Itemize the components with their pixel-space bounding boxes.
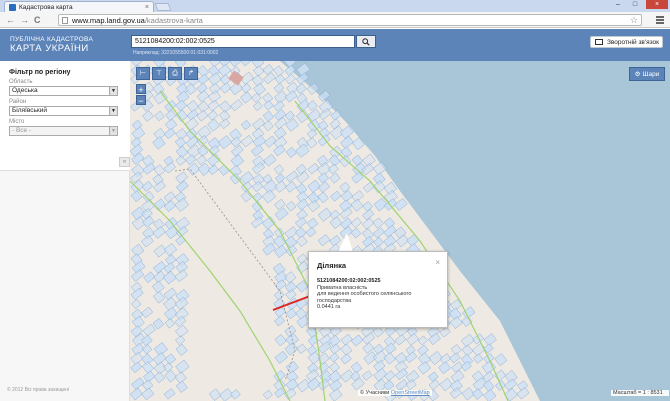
new-tab-button[interactable] xyxy=(154,3,172,11)
chevron-down-icon: ▼ xyxy=(109,107,117,115)
measure-distance-button[interactable]: ⊢ xyxy=(136,67,150,80)
region-select[interactable]: Одеська ▼ xyxy=(9,86,118,96)
collapse-sidebar-button[interactable]: « xyxy=(119,157,130,167)
city-label: Місто xyxy=(9,119,25,125)
zoom-out-button[interactable]: − xyxy=(136,95,146,106)
search-icon xyxy=(362,37,370,46)
print-button[interactable]: ⎙ xyxy=(168,67,182,80)
copyright-text: © 2012 Всі права захищені xyxy=(7,387,70,393)
popup-close-button[interactable]: × xyxy=(435,258,440,267)
parcel-area: 0.0441 га xyxy=(317,304,341,310)
region-select-value: Одеська xyxy=(12,87,38,94)
app-title-line1: ПУБЛІЧНА КАДАСТРОВА xyxy=(10,36,94,43)
map-scale: Масштаб = 1 : 8531 xyxy=(611,390,669,396)
map-toolbar: ⊢ ⊤ ⎙ ↱ xyxy=(136,67,198,80)
gear-icon: ⚙ xyxy=(634,71,641,78)
minimize-button[interactable]: – xyxy=(610,0,626,9)
reload-button[interactable]: C xyxy=(34,15,41,25)
district-select[interactable]: Біляївський ▼ xyxy=(9,106,118,116)
cadastral-search-input[interactable]: 5121084200:02:002:0525 xyxy=(131,35,355,48)
map-canvas[interactable] xyxy=(130,61,670,401)
city-select-value: - Все - xyxy=(12,127,32,134)
chevron-down-icon: ▼ xyxy=(109,127,117,135)
ruler-icon: ⊢ xyxy=(139,70,147,77)
popup-title: Ділянка xyxy=(317,261,347,270)
url-host: www.map.land.gov.ua xyxy=(72,15,145,25)
address-bar[interactable]: www.map.land.gov.ua /kadastrova-karta ☆ xyxy=(58,14,642,26)
forward-button[interactable]: → xyxy=(20,15,29,25)
sidebar: Фільтр по регіону Область Одеська ▼ Райо… xyxy=(0,61,130,401)
measure-area-button[interactable]: ⊤ xyxy=(152,67,166,80)
layers-label: Шари xyxy=(642,70,660,78)
maximize-button[interactable]: □ xyxy=(627,0,643,9)
search-hint: Наприклад: 3221055500:01:031:0002 xyxy=(133,50,219,56)
district-select-value: Біляївський xyxy=(12,107,47,114)
map-viewport[interactable]: ⊢ ⊤ ⎙ ↱ + − ⚙ Шари × Ділянка 5121084200:… xyxy=(130,61,670,401)
back-button[interactable]: ← xyxy=(6,15,15,25)
feedback-button[interactable]: Зворотній зв'язок xyxy=(590,36,663,48)
tab-close-icon[interactable]: × xyxy=(145,4,149,11)
browser-tabstrip: Кадастрова карта × – □ × xyxy=(0,0,670,12)
zoom-in-button[interactable]: + xyxy=(136,84,146,95)
layers-button[interactable]: ⚙ Шари xyxy=(629,67,665,81)
browser-menu-icon[interactable] xyxy=(656,16,664,25)
page-icon xyxy=(62,16,68,24)
app-header: ПУБЛІЧНА КАДАСТРОВА КАРТА УКРАЇНИ 512108… xyxy=(0,29,670,61)
osm-link[interactable]: OpenStreetMap xyxy=(391,390,430,396)
map-attribution: © Учасники OpenStreetMap xyxy=(358,390,432,396)
envelope-icon xyxy=(595,39,603,45)
filter-title: Фільтр по регіону xyxy=(9,69,71,76)
url-path: /kadastrova-karta xyxy=(144,15,203,25)
region-label: Область xyxy=(9,79,33,85)
app-title-line2: КАРТА УКРАЇНИ xyxy=(10,43,89,54)
city-select[interactable]: - Все - ▼ xyxy=(9,126,118,136)
feedback-label: Зворотній зв'язок xyxy=(607,38,660,46)
area-icon: ⊤ xyxy=(155,70,163,77)
bookmark-star-icon[interactable]: ☆ xyxy=(630,15,638,26)
browser-toolbar: ← → C www.map.land.gov.ua /kadastrova-ka… xyxy=(0,12,670,28)
share-button[interactable]: ↱ xyxy=(184,67,198,80)
parcel-info-popup: × Ділянка 5121084200:02:002:0525 Приватн… xyxy=(308,251,448,328)
popup-pointer xyxy=(338,233,353,252)
search-button[interactable] xyxy=(356,35,376,48)
site-favicon-icon xyxy=(9,3,16,11)
browser-tab[interactable]: Кадастрова карта × xyxy=(4,1,154,12)
chevron-down-icon: ▼ xyxy=(109,87,117,95)
district-label: Район xyxy=(9,99,27,105)
tab-title: Кадастрова карта xyxy=(19,3,73,11)
region-filter-panel: Фільтр по регіону Область Одеська ▼ Райо… xyxy=(0,61,130,171)
print-icon: ⎙ xyxy=(172,70,178,77)
share-icon: ↱ xyxy=(188,70,194,77)
attribution-prefix: © Учасники xyxy=(360,390,390,396)
zoom-control: + − xyxy=(136,84,146,106)
close-window-button[interactable]: × xyxy=(646,0,668,9)
app-logo-title[interactable]: ПУБЛІЧНА КАДАСТРОВА КАРТА УКРАЇНИ xyxy=(10,36,93,54)
